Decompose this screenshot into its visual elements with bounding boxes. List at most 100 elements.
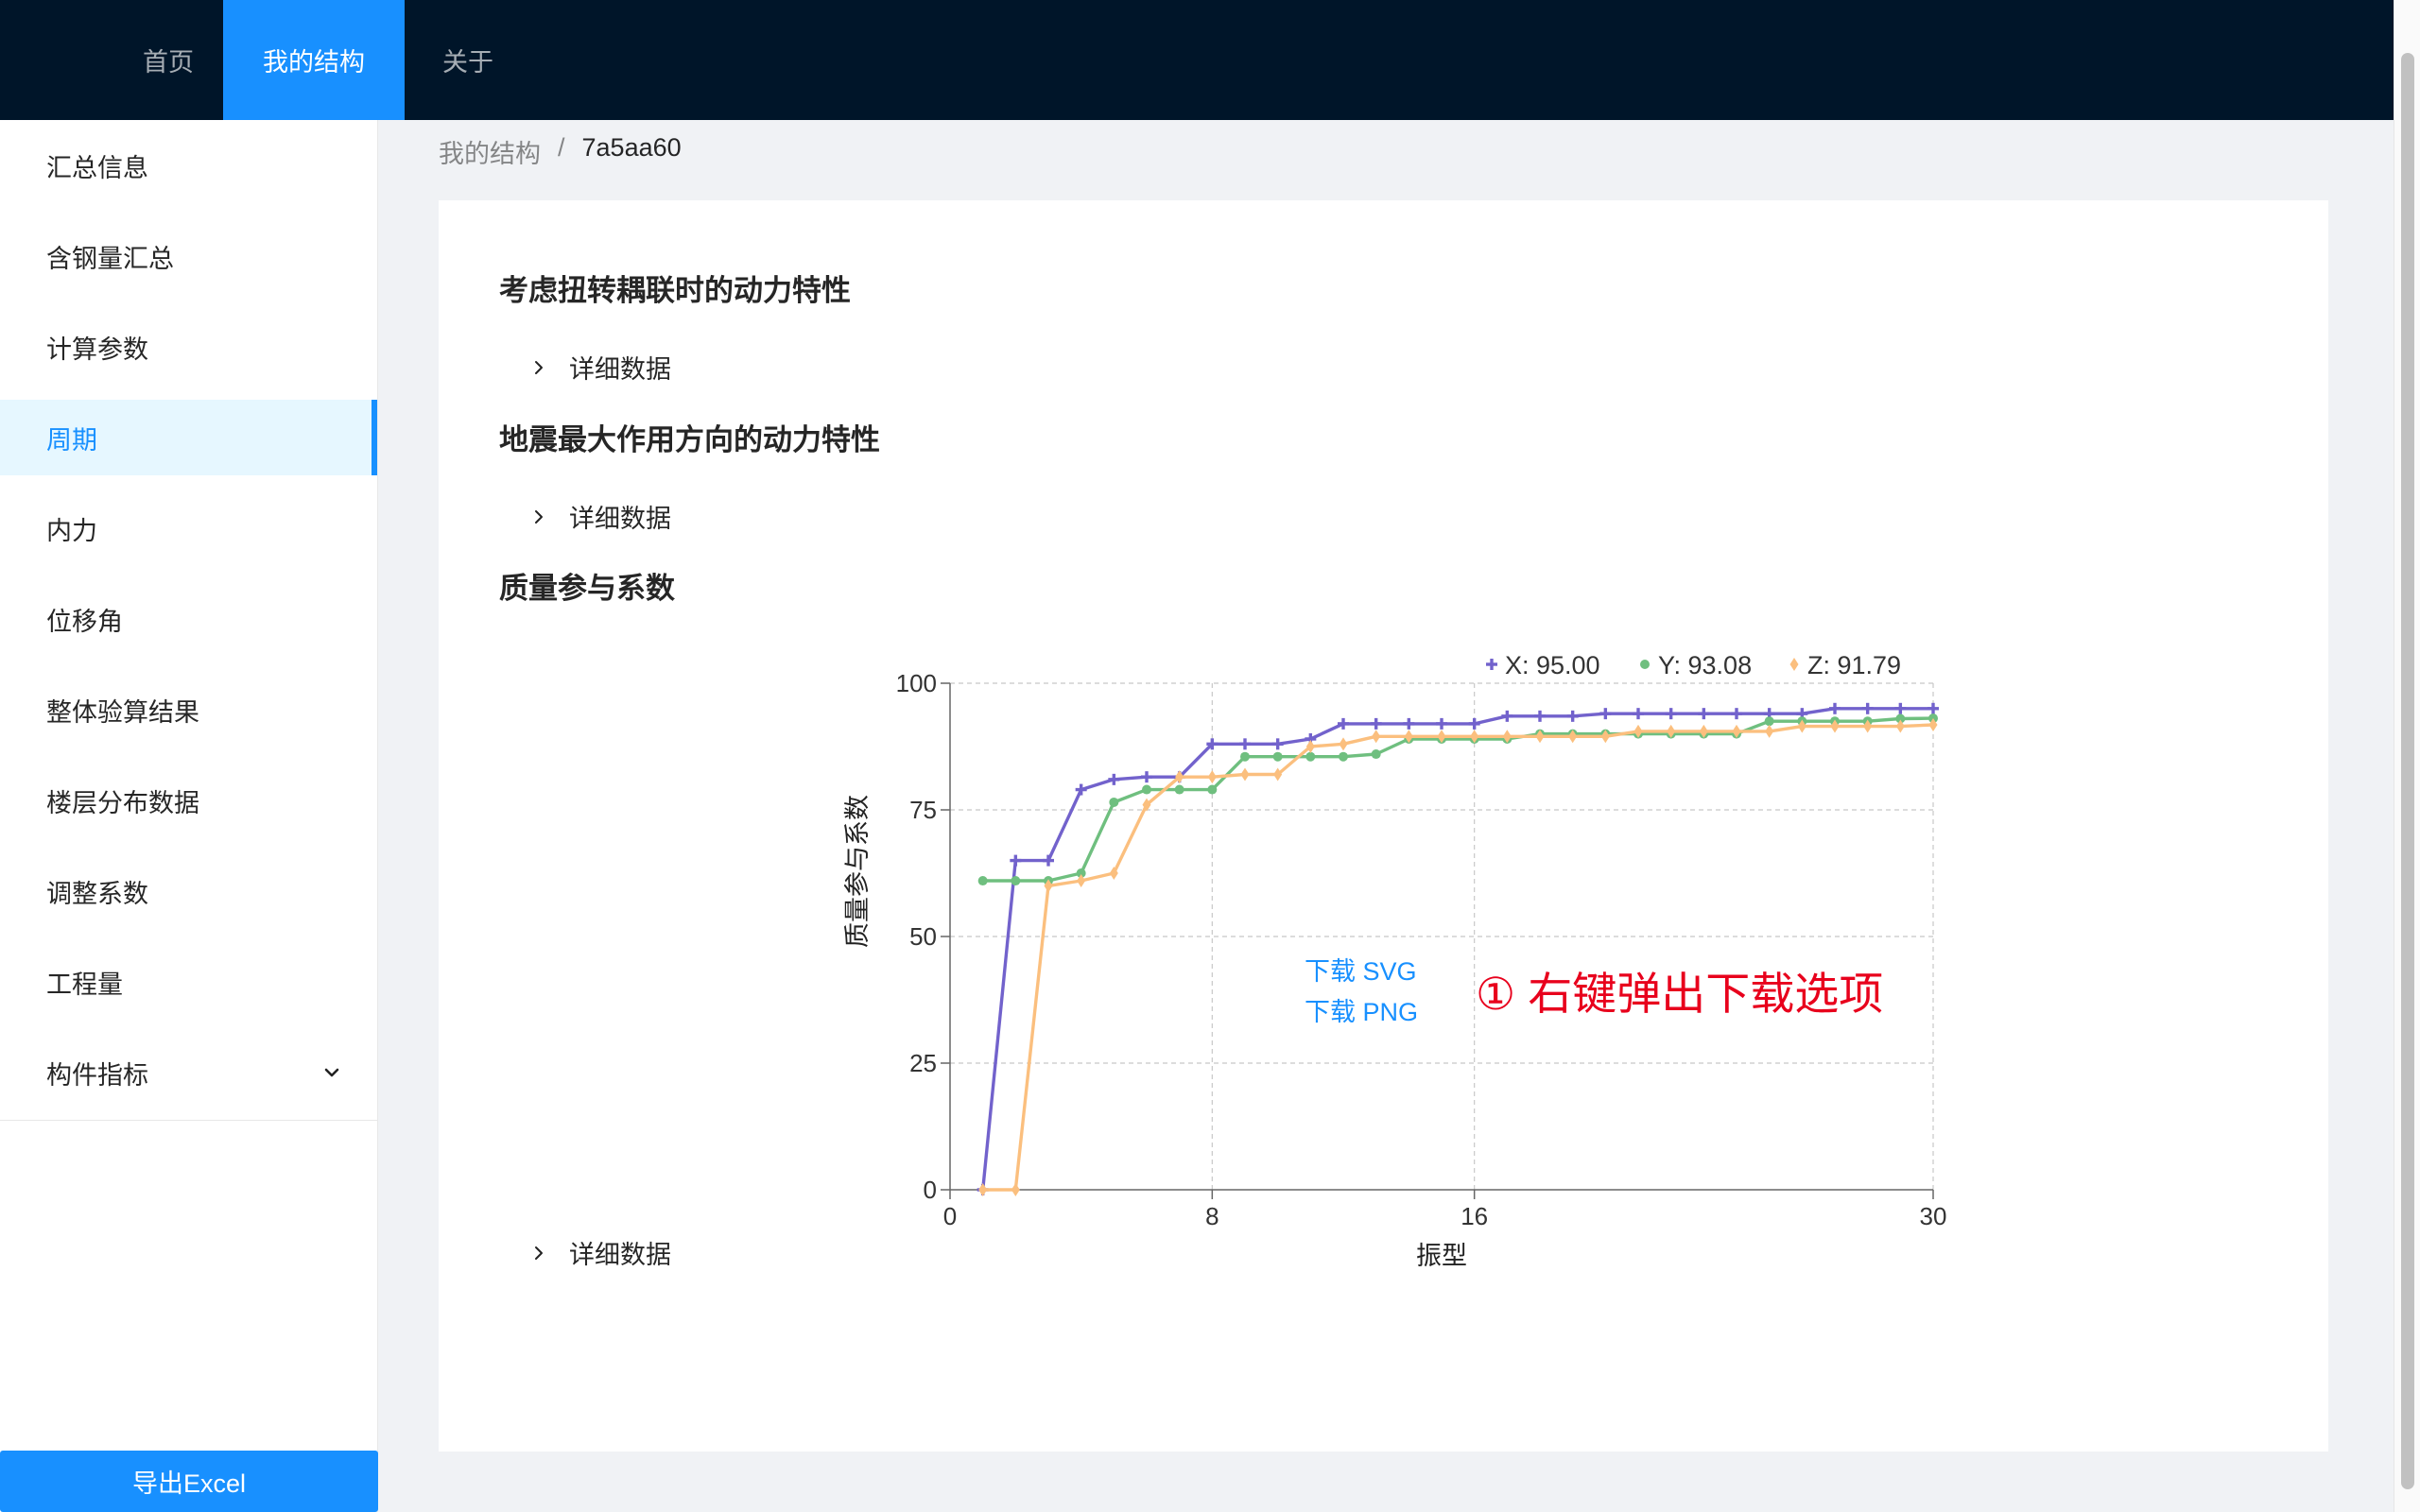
data-point	[1468, 717, 1480, 730]
data-point	[1894, 702, 1907, 714]
legend-item-y[interactable]: Y: 93.08	[1640, 651, 1752, 679]
nav-my-structure[interactable]: 我的结构	[223, 0, 405, 120]
mass-participation-chart[interactable]: 0 25 50 75 100 0 8 16 30 X: 95.00 Y: 93.08 Z: 91.7…	[439, 200, 2328, 1452]
sidebar-item-summary[interactable]: 汇总信息	[0, 128, 377, 203]
series-x	[977, 702, 1939, 1195]
data-point	[1764, 716, 1774, 727]
x-tick-label: 8	[1205, 1202, 1219, 1230]
y-tick-label: 75	[909, 796, 937, 824]
sidebar-divider	[0, 1120, 378, 1121]
data-point	[1338, 717, 1349, 730]
data-point	[1240, 751, 1250, 762]
series-line-y	[982, 716, 1934, 883]
nav-home[interactable]: 首页	[113, 0, 223, 120]
legend-label: Z: 91.79	[1807, 651, 1901, 679]
data-point	[1765, 724, 1774, 738]
data-point	[1109, 797, 1119, 807]
data-point	[1927, 702, 1939, 714]
chart-grid	[950, 682, 1934, 1190]
data-point	[1731, 708, 1742, 720]
series-line-x	[981, 707, 1933, 1191]
right-click-annotation: ① 右键弹出下载选项	[1476, 969, 1883, 1019]
sidebar-item-steel-summary[interactable]: 含钢量汇总	[0, 218, 377, 294]
x-axis-label: 振型	[1416, 1242, 1467, 1270]
breadcrumb-parent[interactable]: 我的结构	[439, 133, 541, 170]
data-point	[1534, 710, 1546, 722]
sidebar-item-internal-force[interactable]: 内力	[0, 490, 377, 566]
y-tick-label: 25	[909, 1049, 937, 1077]
legend-label: Y: 93.08	[1658, 651, 1752, 679]
data-point	[1141, 771, 1152, 783]
page-scrollbar[interactable]	[2394, 0, 2420, 1512]
data-point	[1142, 784, 1151, 795]
detail-toggle-label: 详细数据	[569, 1241, 671, 1269]
top-nav: 首页 我的结构 关于	[0, 0, 2394, 120]
data-point	[1043, 854, 1054, 867]
data-point	[1501, 710, 1513, 722]
data-point	[1403, 717, 1415, 730]
sidebar-item-overall-check[interactable]: 整体验算结果	[0, 672, 377, 747]
data-point	[1789, 658, 1799, 671]
series-z	[978, 718, 1938, 1196]
data-point	[1665, 708, 1677, 720]
detail-toggle-mass-participation[interactable]: 详细数据	[529, 1234, 671, 1271]
y-tick-label: 50	[909, 922, 937, 951]
sidebar-item-adjust-coef[interactable]: 调整系数	[0, 853, 377, 929]
x-tick-label: 30	[1920, 1202, 1947, 1230]
sidebar-item-member-index[interactable]: 构件指标	[0, 1035, 377, 1110]
sidebar-item-drift-angle[interactable]: 位移角	[0, 581, 377, 657]
y-axis-label: 质量参与系数	[843, 795, 872, 948]
data-point	[1305, 751, 1316, 762]
chevron-down-icon	[324, 1068, 339, 1077]
data-point	[1174, 784, 1184, 795]
export-excel-button[interactable]: 导出Excel	[0, 1451, 378, 1512]
sidebar-item-quantities[interactable]: 工程量	[0, 944, 377, 1020]
sidebar-item-calc-params[interactable]: 计算参数	[0, 309, 377, 385]
data-point	[978, 1183, 988, 1196]
data-point	[1486, 659, 1497, 670]
data-point	[1011, 876, 1021, 886]
data-point	[1271, 738, 1284, 750]
data-point	[1372, 730, 1381, 744]
data-point	[1207, 770, 1217, 784]
chart-legend[interactable]: X: 95.00 Y: 93.08 Z: 91.79	[1486, 651, 1901, 679]
sidebar-item-member-index-label: 构件指标	[46, 1060, 148, 1090]
data-point	[1075, 783, 1087, 796]
chart-axes: 0 25 50 75 100 0 8 16 30	[896, 669, 1947, 1230]
data-point	[1829, 702, 1841, 714]
data-point	[1339, 737, 1348, 751]
data-point	[1339, 751, 1348, 762]
data-point	[1239, 738, 1251, 750]
data-point	[977, 876, 988, 886]
data-point	[1566, 710, 1579, 722]
series-line-z	[982, 723, 1934, 1192]
scrollbar-thumb[interactable]	[2401, 53, 2414, 1489]
nav-about[interactable]: 关于	[405, 0, 531, 120]
data-point	[1698, 708, 1710, 720]
legend-label: X: 95.00	[1505, 651, 1600, 679]
y-tick-label: 0	[924, 1176, 937, 1204]
data-point	[1011, 1183, 1020, 1196]
data-point	[1371, 749, 1381, 760]
download-svg-option[interactable]: 下载 SVG	[1305, 957, 1417, 986]
chart-series	[977, 702, 1939, 1196]
sidebar: 汇总信息 含钢量汇总 计算参数 周期 内力 位移角 整体验算结果 楼层分布数据 …	[0, 120, 378, 1512]
data-point	[1305, 740, 1315, 753]
breadcrumb: 我的结构 / 7a5aa60	[439, 133, 682, 170]
x-tick-label: 16	[1461, 1202, 1488, 1230]
data-point	[1640, 660, 1650, 669]
breadcrumb-separator: /	[558, 133, 565, 162]
data-point	[1861, 702, 1874, 714]
chevron-right-icon	[535, 1246, 543, 1260]
data-point	[1240, 767, 1250, 782]
sidebar-item-period[interactable]: 周期	[0, 400, 377, 475]
content-card: 考虑扭转耦联时的动力特性 详细数据 地震最大作用方向的动力特性 详细数据 质量参…	[439, 200, 2328, 1452]
download-png-option[interactable]: 下载 PNG	[1305, 998, 1418, 1026]
legend-item-x[interactable]: X: 95.00	[1486, 651, 1600, 679]
y-tick-label: 100	[896, 669, 937, 697]
legend-item-z[interactable]: Z: 91.79	[1789, 651, 1902, 679]
data-point	[1108, 773, 1120, 785]
data-point	[1599, 708, 1612, 720]
sidebar-item-floor-data[interactable]: 楼层分布数据	[0, 763, 377, 838]
data-point	[1633, 708, 1644, 720]
